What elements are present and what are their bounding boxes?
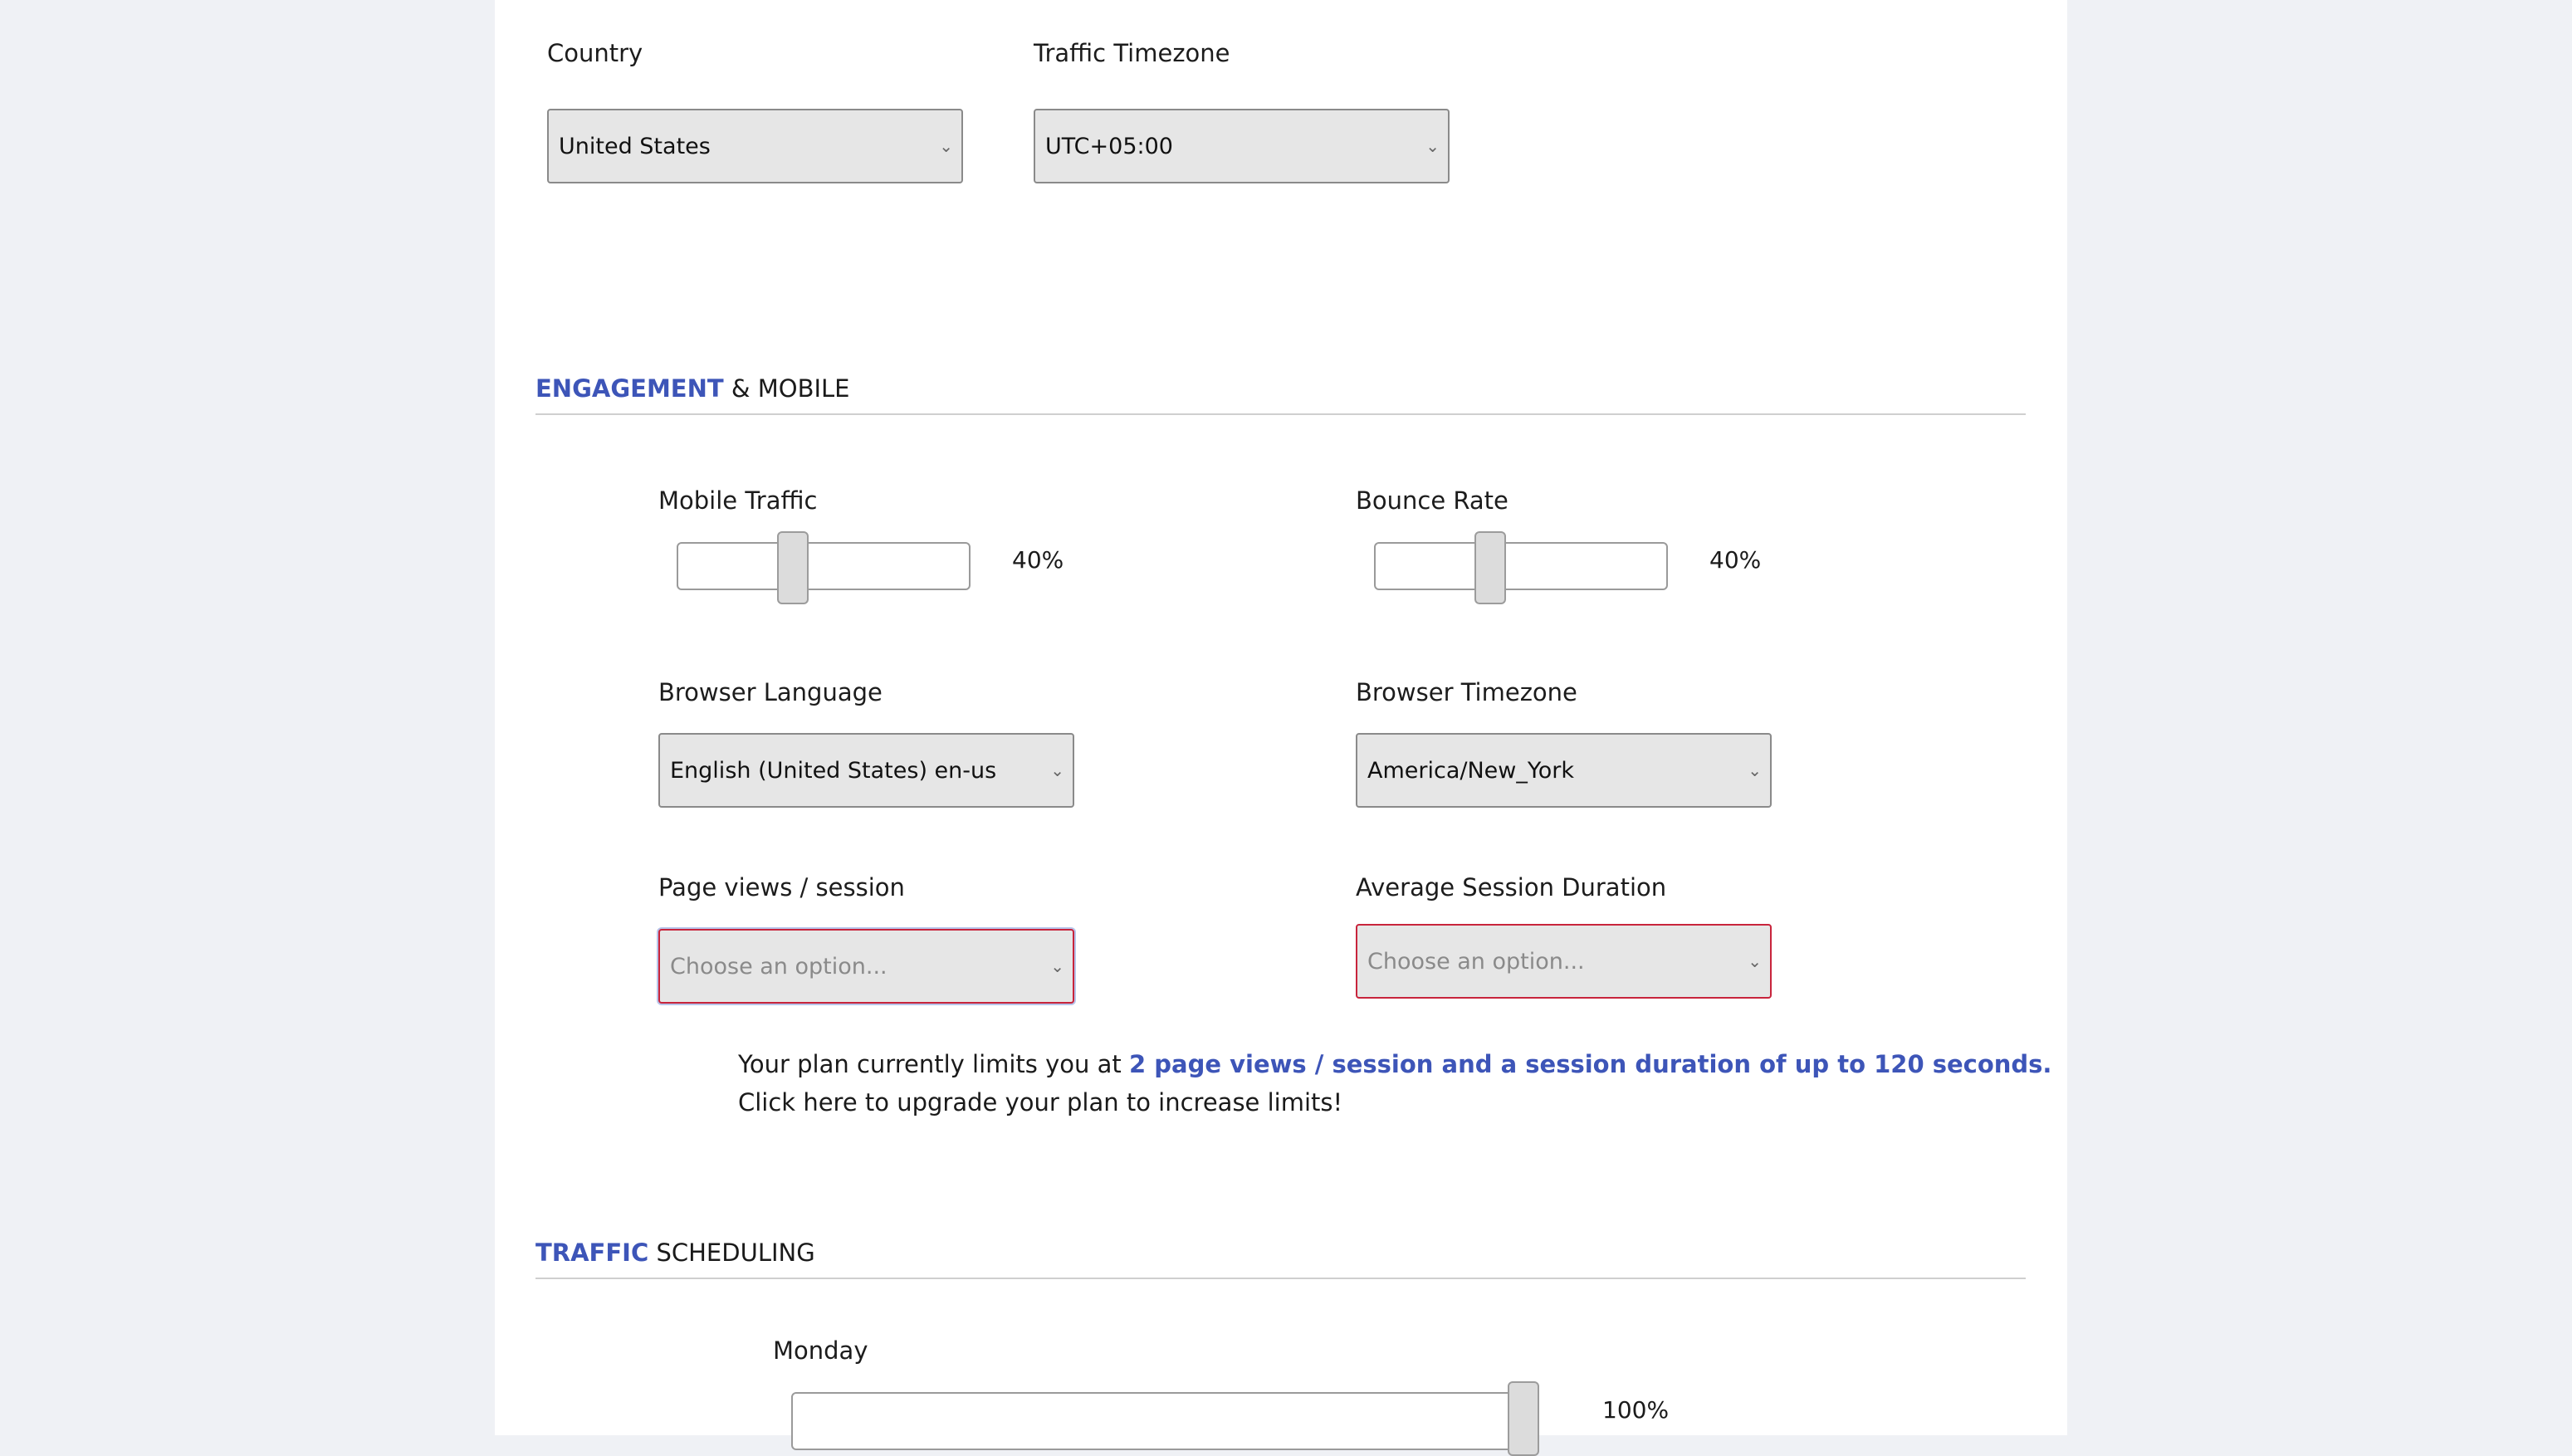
mobile-traffic-label: Mobile Traffic <box>658 486 818 515</box>
country-label: Country <box>547 39 643 67</box>
traffic-timezone-select-value: UTC+05:00 <box>1045 133 1173 159</box>
scheduling-heading-accent: TRAFFIC <box>535 1239 649 1267</box>
scheduling-section-heading: TRAFFIC SCHEDULING <box>535 1239 815 1267</box>
bounce-rate-value: 40% <box>1709 546 1762 574</box>
page-views-select[interactable]: Choose an option... ⌄ <box>658 929 1074 1004</box>
chevron-down-icon: ⌄ <box>1748 760 1762 780</box>
session-duration-select-placeholder: Choose an option... <box>1367 948 1585 975</box>
session-duration-select[interactable]: Choose an option... ⌄ <box>1356 924 1772 999</box>
traffic-timezone-label: Traffic Timezone <box>1034 39 1230 67</box>
form-panel <box>495 0 2067 1435</box>
chevron-down-icon: ⌄ <box>1425 136 1440 156</box>
engagement-heading-rest: & MOBILE <box>731 374 850 403</box>
browser-language-select[interactable]: English (United States) en-us ⌄ <box>658 733 1074 808</box>
mobile-traffic-slider-handle[interactable] <box>777 531 809 604</box>
plan-notice-prefix: Your plan currently limits you at <box>738 1050 1129 1078</box>
browser-timezone-select-value: America/New_York <box>1367 757 1575 784</box>
bounce-rate-slider-handle[interactable] <box>1474 531 1506 604</box>
chevron-down-icon: ⌄ <box>1050 760 1064 780</box>
page-views-select-placeholder: Choose an option... <box>670 953 887 980</box>
monday-value: 100% <box>1602 1396 1670 1424</box>
browser-language-select-value: English (United States) en-us <box>670 757 997 784</box>
bounce-rate-label: Bounce Rate <box>1356 486 1508 515</box>
browser-timezone-select[interactable]: America/New_York ⌄ <box>1356 733 1772 808</box>
plan-notice-highlight: 2 page views / session and a session dur… <box>1129 1050 2052 1078</box>
browser-language-label: Browser Language <box>658 678 883 706</box>
upgrade-plan-link[interactable]: Click here to upgrade your plan to incre… <box>738 1083 2051 1121</box>
bounce-rate-slider[interactable] <box>1374 542 1668 590</box>
page-views-label: Page views / session <box>658 873 905 901</box>
chevron-down-icon: ⌄ <box>1748 951 1762 971</box>
chevron-down-icon: ⌄ <box>1050 956 1064 976</box>
mobile-traffic-value: 40% <box>1012 546 1064 574</box>
section-divider <box>535 413 2026 415</box>
chevron-down-icon: ⌄ <box>939 136 953 156</box>
mobile-traffic-slider[interactable] <box>677 542 971 590</box>
section-divider <box>535 1278 2026 1279</box>
monday-slider-handle[interactable] <box>1508 1381 1539 1456</box>
monday-label: Monday <box>773 1336 868 1365</box>
plan-limit-notice: Your plan currently limits you at 2 page… <box>738 1045 2051 1121</box>
country-select-value: United States <box>559 133 711 159</box>
scheduling-heading-rest: SCHEDULING <box>656 1239 815 1267</box>
engagement-heading-accent: ENGAGEMENT <box>535 374 724 403</box>
session-duration-label: Average Session Duration <box>1356 873 1667 901</box>
engagement-section-heading: ENGAGEMENT & MOBILE <box>535 374 850 403</box>
traffic-timezone-select[interactable]: UTC+05:00 ⌄ <box>1034 109 1450 183</box>
monday-slider[interactable] <box>791 1392 1539 1450</box>
browser-timezone-label: Browser Timezone <box>1356 678 1577 706</box>
country-select[interactable]: United States ⌄ <box>547 109 963 183</box>
